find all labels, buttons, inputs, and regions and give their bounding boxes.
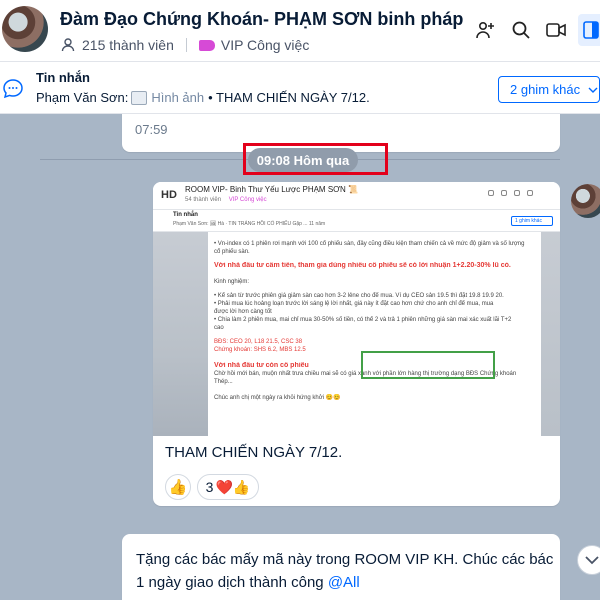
text-message[interactable]: Tặng các bác mấy mã này trong ROOM VIP K… (122, 534, 560, 600)
pinned-label: Tin nhắn (36, 70, 90, 85)
pinned-preview: Phạm Văn Sơn: Hình ảnh • THAM CHIẾN NGÀY… (36, 90, 370, 105)
screenshot-title: ROOM VIP- Binh Thư Yếu Lược PHẠM SƠN 📜 (185, 185, 358, 194)
screenshot-heading: Với nhà đầu tư cầm tiền, tham gia dùng n… (214, 262, 511, 269)
screenshot-header: HD ROOM VIP- Binh Thư Yếu Lược PHẠM SƠN … (153, 182, 560, 210)
screenshot-line: được lời hơn càng tốt (214, 309, 272, 315)
add-member-icon[interactable] (474, 19, 496, 41)
annotation-red-box (243, 143, 388, 175)
video-call-icon[interactable] (545, 19, 567, 41)
message-image[interactable]: HD ROOM VIP- Binh Thư Yếu Lược PHẠM SƠN … (153, 182, 560, 436)
screenshot-line: • Vn-index có 1 phiên rơi mạnh với 100 c… (214, 241, 525, 247)
tag-icon (198, 39, 215, 51)
scroll-down-button[interactable] (577, 545, 600, 575)
reaction-count: 3 (205, 479, 214, 495)
screenshot-header-icons (488, 190, 533, 196)
toggle-panel-button[interactable] (578, 14, 600, 46)
panel-icon (583, 21, 599, 39)
previous-message-time: 07:59 (135, 122, 168, 137)
screenshot-members: 54 thành viên (185, 197, 222, 203)
screenshot-line: cao (214, 325, 224, 331)
message-icon (3, 79, 23, 99)
members-icon[interactable] (60, 37, 76, 53)
annotation-green-box (361, 351, 495, 379)
message-caption: THAM CHIẾN NGÀY 7/12. (165, 444, 343, 461)
screenshot-pinned-bar: Tin nhắn Phạm Văn Sơn: 🖼 Hà · TIN TRÁNG … (153, 210, 560, 232)
screenshot-line: • Phải mua lúc hoảng loạn trước lời sáng… (214, 301, 494, 307)
screenshot-line: Thép... (214, 379, 233, 385)
screenshot-pin-button: 1 ghim khác (511, 216, 553, 226)
screenshot-pin-label: Tin nhắn (173, 212, 198, 218)
search-icon[interactable] (510, 19, 532, 41)
screenshot-heading: Với nhà đầu tư còn cổ phiếu (214, 362, 309, 369)
more-pins-button[interactable]: 2 ghim khác (498, 76, 600, 103)
more-pins-label: 2 ghim khác (510, 82, 581, 97)
chat-header: Đàm Đạo Chứng Khoán- PHẠM SƠN binh pháp … (0, 0, 600, 62)
message-text: Tặng các bác mấy mã này trong ROOM VIP K… (136, 548, 556, 594)
image-icon (131, 90, 148, 105)
sender-avatar[interactable] (571, 184, 600, 218)
group-title[interactable]: Đàm Đạo Chứng Khoán- PHẠM SƠN binh pháp (60, 9, 470, 30)
screenshot-tag: VIP Công việc (228, 197, 267, 203)
thumbs-up-icon: 👍 (168, 479, 188, 496)
reaction-summary[interactable]: 3 ❤️👍 (197, 474, 259, 500)
screenshot-body: • Vn-index có 1 phiên rơi mạnh với 100 c… (208, 232, 541, 436)
pinned-text: • THAM CHIẾN NGÀY 7/12. (208, 90, 370, 105)
group-tag[interactable]: VIP Công việc (221, 37, 309, 53)
screenshot-line: • Chia làm 2 phiên mua, mai chỉ mua 30-5… (214, 317, 512, 323)
screenshot-pin-desc: Phạm Văn Sơn: 🖼 Hà · TIN TRÁNG HỒI CỔ PH… (173, 221, 326, 227)
screenshot-line: Kinh nghiệm: (214, 279, 250, 285)
screenshot-stock-list: BĐS: CEO 20, L18 21.5, CSC 38 (214, 339, 303, 345)
screenshot-line: • Kể sản từ trước phiên giá giảm sàn cao… (214, 293, 504, 299)
screenshot-blur-left (153, 232, 208, 436)
heart-thumbs-icon: ❤️👍 (215, 478, 251, 495)
chevron-down-icon (585, 556, 599, 565)
group-meta: 215 thành viên VIP Công việc (60, 37, 309, 53)
pinned-sender: Phạm Văn Sơn: (36, 90, 129, 105)
meta-divider (185, 38, 187, 52)
screenshot-meta: 54 thành viên VIP Công việc (185, 197, 267, 203)
screenshot-blur-right (541, 232, 560, 436)
screenshot-line: cổ phiếu sàn. (214, 249, 250, 255)
pinned-image-label: Hình ảnh (151, 90, 205, 105)
chevron-down-icon (588, 87, 598, 93)
screenshot-avatar: HD (161, 189, 177, 201)
image-message[interactable]: HD ROOM VIP- Binh Thư Yếu Lược PHẠM SƠN … (153, 182, 560, 506)
pinned-message-bar[interactable]: Tin nhắn Phạm Văn Sơn: Hình ảnh • THAM C… (0, 62, 600, 114)
reaction-like[interactable]: 👍 (165, 474, 191, 500)
mention-all[interactable]: @All (328, 574, 360, 591)
chat-area[interactable]: 07:59 09:08 Hôm qua HD ROOM VIP- Binh Th… (0, 114, 600, 600)
screenshot-line: Chúc anh chị một ngày ra khỏi hứng khởi … (214, 395, 341, 401)
member-count[interactable]: 215 thành viên (82, 37, 174, 53)
group-avatar[interactable] (2, 6, 48, 52)
